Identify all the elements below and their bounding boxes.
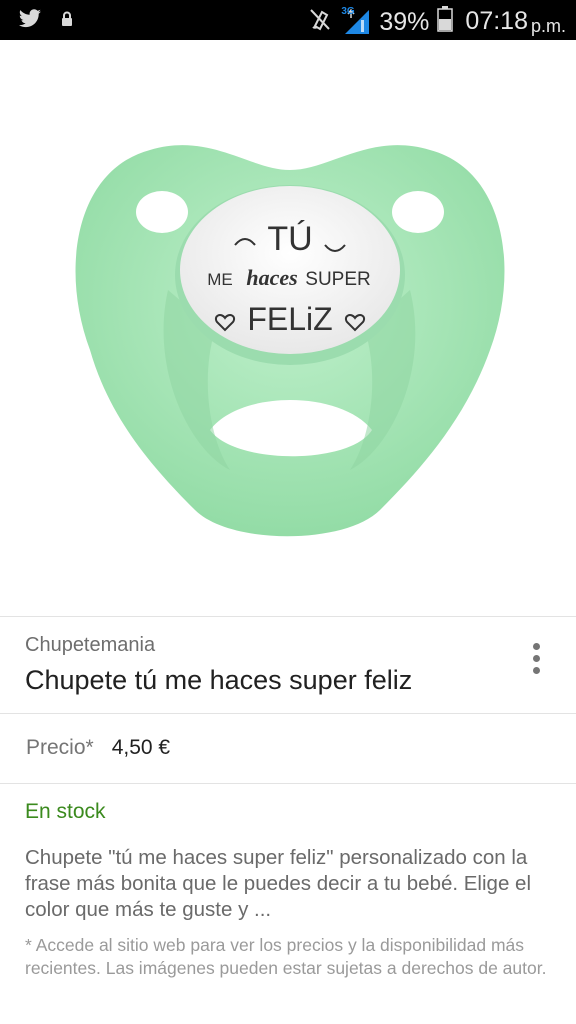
stock-status: En stock [25, 800, 106, 823]
status-bar: 3G 39% 07:18 p.m. [0, 0, 576, 40]
price-row: Precio* 4,50 € [26, 736, 170, 760]
product-description[interactable]: Chupete "tú me haces super feliz" person… [25, 845, 555, 923]
lock-icon [60, 10, 74, 33]
clock: 07:18 p.m. [465, 7, 566, 37]
merchant-name[interactable]: Chupetemania [25, 634, 155, 657]
pacifier-text-super: SUPER [305, 269, 370, 290]
clock-ampm: p.m. [530, 15, 566, 36]
pacifier-illustration: TÚ ME haces SUPER FELiZ [75, 145, 505, 537]
air-hole-right [392, 191, 444, 233]
more-dot [532, 666, 540, 674]
product-image[interactable]: TÚ ME haces SUPER FELiZ [0, 40, 576, 616]
divider [0, 616, 576, 617]
clock-time: 07:18 [465, 6, 528, 35]
network-type: 3G [341, 5, 355, 17]
pacifier-text-me: ME [207, 270, 233, 289]
more-dot [532, 654, 540, 662]
pacifier-text-feliz: FELiZ [247, 301, 332, 337]
twitter-icon [18, 9, 42, 34]
signal-icon: 3G [341, 5, 371, 36]
price-value: 4,50 € [111, 736, 171, 759]
air-hole-left [136, 191, 188, 233]
more-options-button[interactable] [520, 636, 552, 680]
disclaimer-note: * Accede al sitio web para ver los preci… [25, 935, 547, 978]
pacifier-text-haces: haces [246, 265, 297, 290]
battery-icon [437, 6, 454, 37]
battery-percentage: 39% [379, 7, 430, 36]
more-dot [532, 642, 540, 650]
price-label: Precio* [26, 736, 94, 759]
divider [0, 713, 576, 714]
divider [0, 783, 576, 784]
pacifier-text-line1: TÚ [267, 220, 312, 258]
product-title[interactable]: Chupete tú me haces super feliz [25, 665, 412, 696]
mute-icon [307, 6, 333, 37]
